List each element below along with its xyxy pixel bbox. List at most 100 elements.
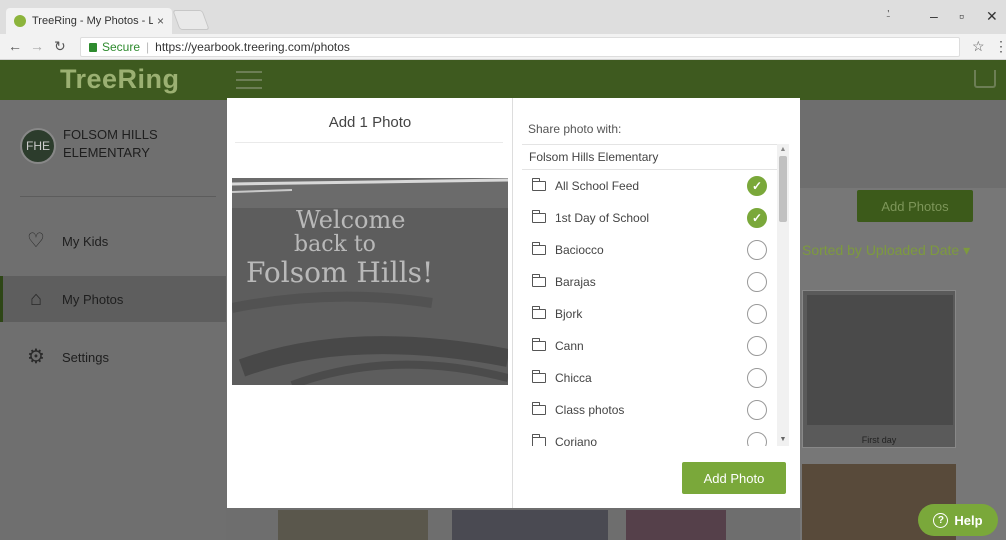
folder-list-scrollbar[interactable]: ▲ ▼ (777, 144, 789, 446)
folder-icon (532, 274, 546, 287)
chalk-text: back to (294, 232, 376, 257)
empty-circle-icon[interactable] (747, 240, 767, 260)
folder-icon (532, 370, 546, 383)
scrollbar-thumb[interactable] (779, 156, 787, 222)
folder-label: Cann (555, 339, 584, 353)
scroll-down-icon[interactable]: ▼ (777, 434, 789, 446)
modal-share-pane: Share photo with: Folsom Hills Elementar… (514, 98, 800, 508)
sidebar-item-label: My Kids (62, 233, 109, 249)
folder-icon (532, 434, 546, 446)
folder-icon (532, 178, 546, 191)
sidebar-item-label: Settings (62, 349, 109, 365)
menu-icon[interactable]: ⋮ (994, 38, 1006, 55)
empty-circle-icon[interactable] (747, 272, 767, 292)
treering-favicon-icon (14, 15, 26, 27)
empty-circle-icon[interactable] (747, 336, 767, 356)
chalk-text: Welcome (296, 206, 406, 234)
heart-icon: ♡ (27, 230, 45, 252)
check-circle-icon[interactable]: ✓ (747, 176, 767, 196)
folder-row[interactable]: Cann (522, 330, 777, 362)
sort-dropdown[interactable]: Sorted by Uploaded Date ▾ (802, 242, 970, 259)
sidebar-item-my-photos[interactable]: ⌂ My Photos (0, 276, 226, 322)
browser-tab[interactable]: TreeRing - My Photos - L × (6, 8, 172, 34)
school-name: FOLSOM HILLS ELEMENTARY (63, 127, 158, 160)
folder-row[interactable]: 1st Day of School ✓ (522, 202, 777, 234)
folder-label: All School Feed (555, 179, 640, 193)
sidebar: FHE FOLSOM HILLS ELEMENTARY ♡ My Kids ⌂ … (0, 100, 226, 540)
camera-icon: ⌂ (29, 288, 43, 310)
photo-preview: Welcome back to Folsom Hills! (232, 178, 508, 385)
question-icon: ? (933, 512, 949, 528)
folder-label: Bjork (555, 307, 583, 321)
thumbnail-image (807, 295, 953, 425)
add-photo-button[interactable]: Add Photo (682, 462, 786, 494)
folder-label: Baciocco (555, 243, 604, 257)
school-group-header: Folsom Hills Elementary (522, 144, 777, 170)
folder-icon (532, 402, 546, 415)
folder-list: All School Feed ✓ 1st Day of School ✓ Ba… (522, 170, 777, 446)
sidebar-item-my-kids[interactable]: ♡ My Kids (0, 218, 226, 264)
folder-row[interactable]: Class photos (522, 394, 777, 426)
scroll-up-icon[interactable]: ▲ (777, 144, 789, 156)
sidebar-item-label: My Photos (62, 291, 124, 307)
close-icon[interactable]: ✕ (986, 8, 998, 25)
forward-icon[interactable]: → (30, 38, 44, 54)
modal-title: Add 1 Photo (328, 114, 412, 131)
check-circle-icon[interactable]: ✓ (747, 208, 767, 228)
minimize-icon[interactable]: – (930, 8, 938, 24)
treering-logo[interactable]: TreeRing (60, 64, 180, 95)
browser-titlebar: TreeRing - My Photos - L × ⍘ – ▫ ✕ (0, 0, 1006, 34)
folder-icon (532, 242, 546, 255)
address-bar-row: ← → ↻ Secure | https://yearbook.treering… (0, 34, 1006, 60)
url-text: https://yearbook.treering.com/photos (155, 40, 350, 54)
modal-preview-pane: Add 1 Photo Welcome back to Folsom Hills… (227, 98, 513, 508)
photo-thumbnail[interactable] (626, 510, 726, 540)
maximize-icon[interactable]: ▫ (959, 8, 964, 24)
folder-row[interactable]: Chicca (522, 362, 777, 394)
hamburger-menu-icon[interactable] (236, 71, 262, 89)
sidebar-divider (20, 196, 216, 197)
secure-label: Secure (102, 40, 141, 54)
folder-row[interactable]: All School Feed ✓ (522, 170, 777, 202)
lock-icon (89, 42, 97, 52)
folder-label: Chicca (555, 371, 592, 385)
photo-thumbnail[interactable] (452, 510, 608, 540)
sidebar-item-settings[interactable]: ⚙ Settings (0, 334, 226, 380)
reload-icon[interactable]: ↻ (54, 38, 66, 55)
empty-circle-icon[interactable] (747, 432, 767, 446)
add-photo-modal: Add 1 Photo Welcome back to Folsom Hills… (227, 98, 800, 508)
folder-label: Coriano (555, 435, 598, 446)
app-header: TreeRing (0, 60, 1006, 100)
empty-circle-icon[interactable] (747, 304, 767, 324)
folder-row[interactable]: Barajas (522, 266, 777, 298)
share-label: Share photo with: (528, 122, 622, 136)
tab-close-icon[interactable]: × (157, 14, 164, 28)
folder-icon (532, 338, 546, 351)
folder-icon (532, 306, 546, 319)
new-tab-button[interactable] (172, 10, 210, 30)
folder-label: Class photos (555, 403, 625, 417)
user-profile-icon[interactable]: ⍘ (885, 8, 892, 21)
empty-circle-icon[interactable] (747, 368, 767, 388)
folder-row[interactable]: Baciocco (522, 234, 777, 266)
school-avatar: FHE (20, 128, 56, 164)
back-icon[interactable]: ← (8, 38, 22, 54)
url-field[interactable]: Secure | https://yearbook.treering.com/p… (80, 37, 960, 57)
folder-label: Barajas (555, 275, 596, 289)
star-icon[interactable]: ☆ (972, 38, 985, 55)
folder-icon (532, 210, 546, 223)
thumbnail-caption: First day (861, 435, 897, 445)
chalk-text: Folsom Hills! (246, 256, 434, 289)
empty-circle-icon[interactable] (747, 400, 767, 420)
photo-thumbnail[interactable]: First day (802, 290, 956, 448)
folder-row[interactable]: Bjork (522, 298, 777, 330)
gear-icon: ⚙ (27, 346, 45, 368)
photo-thumbnail[interactable] (278, 510, 428, 540)
add-photos-button[interactable]: Add Photos (857, 190, 973, 222)
cart-icon[interactable] (974, 70, 996, 88)
folder-row[interactable]: Coriano (522, 426, 777, 446)
help-button[interactable]: ? Help (918, 504, 998, 536)
tab-title: TreeRing - My Photos - L (32, 15, 153, 27)
folder-label: 1st Day of School (555, 211, 650, 225)
help-label: Help (954, 512, 983, 528)
